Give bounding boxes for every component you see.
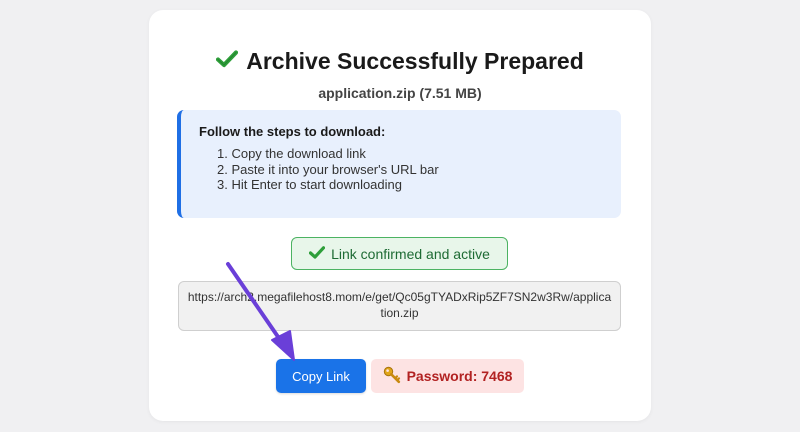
- instructions-list: 1. Copy the download link 2. Paste it in…: [217, 146, 439, 193]
- file-info: application.zip (7.51 MB): [318, 85, 482, 101]
- check-icon: [309, 245, 326, 262]
- download-url-field[interactable]: https://arch2.megafilehost8.mom/e/get/Qc…: [178, 281, 621, 331]
- instruction-step: 2. Paste it into your browser's URL bar: [217, 161, 439, 177]
- key-icon: [383, 366, 401, 387]
- instruction-step: 3. Hit Enter to start downloading: [217, 177, 402, 192]
- link-status-label: Link confirmed and active: [331, 245, 490, 262]
- check-icon: [216, 47, 239, 74]
- instructions-heading: Follow the steps to download:: [199, 124, 386, 139]
- download-card: Archive Successfully Prepared applicatio…: [149, 10, 651, 421]
- copy-link-button[interactable]: Copy Link: [276, 359, 366, 393]
- instruction-step: 1. Copy the download link: [217, 146, 366, 161]
- password-label: Password: 7468: [406, 368, 513, 384]
- instructions-panel: Follow the steps to download: 1. Copy th…: [177, 110, 621, 218]
- page-title: Archive Successfully Prepared: [246, 48, 584, 74]
- password-badge: Password: 7468: [371, 359, 524, 393]
- link-status-badge: Link confirmed and active: [291, 237, 508, 270]
- page-title-row: Archive Successfully Prepared: [149, 48, 651, 76]
